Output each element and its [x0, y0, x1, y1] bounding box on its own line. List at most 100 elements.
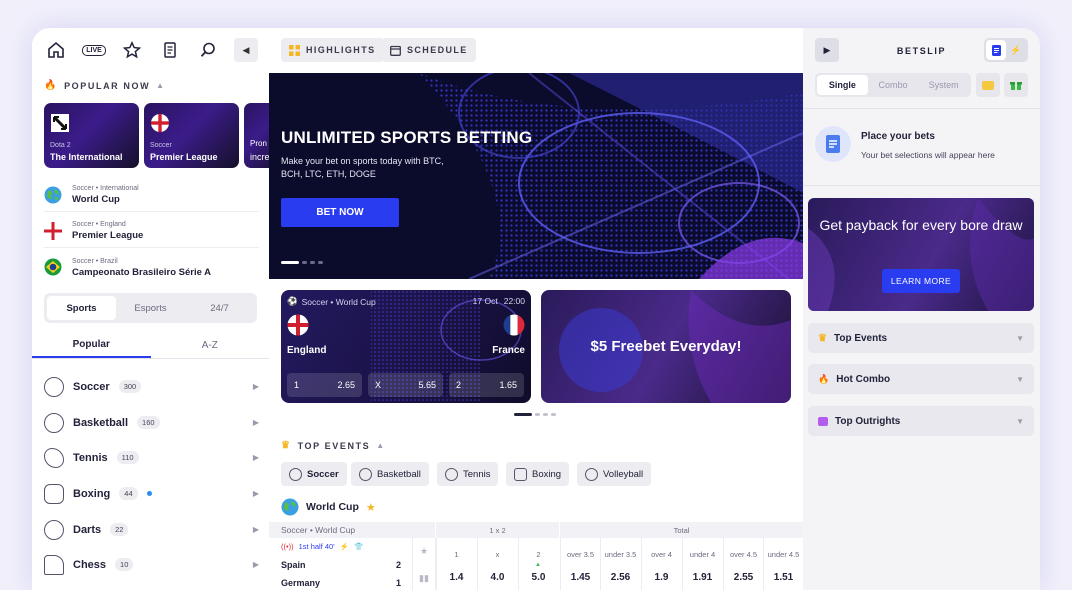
hero-title: UNLIMITED SPORTS BETTING [281, 128, 533, 147]
sport-item-boxing[interactable]: Boxing 44 ▶ [44, 476, 259, 511]
tab-esports[interactable]: Esports [116, 296, 185, 320]
league-row-premier-league[interactable]: Soccer • England Premier League [44, 214, 259, 248]
odds-value[interactable]: 1.51 [763, 572, 803, 583]
league-row-brasileiro[interactable]: Soccer • Brazil Campeonato Brasileiro Sér… [44, 250, 259, 284]
promo-title: $5 Freebet Everyday! [590, 338, 742, 355]
world-cup-title: World Cup [306, 501, 359, 513]
chip-volleyball[interactable]: Volleyball [577, 462, 652, 486]
learn-more-button[interactable]: LEARN MORE [882, 269, 960, 293]
bet-now-button[interactable]: BET NOW [281, 198, 399, 227]
freebet-promo-card[interactable]: $5 Freebet Everyday! [541, 290, 791, 403]
sport-item-chess[interactable]: Chess 10 ▶ [44, 547, 259, 582]
pager-dot[interactable] [551, 413, 556, 416]
gift-button[interactable] [1004, 73, 1028, 97]
accordion-label: Top Events [833, 332, 888, 344]
star-icon[interactable]: ★ [420, 546, 428, 557]
sport-item-basketball[interactable]: Basketball 160 ▶ [44, 405, 259, 440]
league-row-world-cup[interactable]: Soccer • International World Cup [44, 178, 259, 212]
accordion-label: Hot Combo [836, 373, 891, 385]
soccer-ball-icon: ⚽ [287, 296, 298, 306]
group-1x2-header: 1 x 2 [436, 522, 559, 538]
chevron-right-icon: ▶ [252, 525, 259, 534]
chevron-up-icon[interactable]: ▲ [376, 441, 386, 450]
hero-pager [281, 261, 323, 264]
tab-popular[interactable]: Popular [32, 333, 151, 358]
chip-soccer[interactable]: Soccer [281, 462, 347, 486]
odds-value[interactable]: 1.45 [560, 572, 601, 583]
search-icon[interactable] [196, 38, 220, 62]
column-divider [518, 538, 519, 590]
odd-button-draw[interactable]: X 5.65 [368, 373, 443, 397]
odds-value[interactable]: 1.4 [436, 572, 477, 583]
tab-highlights[interactable]: HIGHLIGHTS [281, 38, 384, 62]
odds-value[interactable]: 2.56 [600, 572, 641, 583]
chip-boxing[interactable]: Boxing [506, 462, 570, 486]
hero-subtitle: Make your bet on sports today with BTC, … [281, 156, 444, 179]
pager-dot[interactable] [310, 261, 315, 264]
pager-dot[interactable] [302, 261, 307, 264]
tab-a-z[interactable]: A-Z [151, 333, 270, 358]
sport-count: 44 [119, 487, 138, 500]
tennis-racket-icon [445, 467, 458, 481]
tab-single[interactable]: Single [817, 75, 868, 95]
accordion-top-events[interactable]: ♛ Top Events ▼ [808, 323, 1034, 353]
sport-item-darts[interactable]: Darts 22 ▶ [44, 512, 259, 547]
pager-dot[interactable] [543, 413, 548, 416]
star-icon[interactable] [120, 38, 144, 62]
chip-tennis[interactable]: Tennis [437, 462, 499, 486]
sport-item-tennis[interactable]: Tennis 110 ▶ [44, 440, 259, 475]
popular-card-the-international[interactable]: Dota 2 The International [44, 103, 139, 168]
tickets-button[interactable] [976, 73, 1000, 97]
collapse-sidebar-button[interactable]: ◀ [234, 38, 258, 62]
accordion-top-outrights[interactable]: Top Outrights ▼ [808, 406, 1034, 436]
brazil-flag-icon [44, 258, 62, 276]
payback-promo-card[interactable]: Get payback for every bore draw LEARN MO… [808, 198, 1034, 311]
live-icon[interactable]: LIVE [82, 38, 106, 62]
featured-match-card[interactable]: ⚽ Soccer • World Cup 17 Oct 22:00 England … [281, 290, 531, 403]
pager-dot[interactable] [535, 413, 540, 416]
chip-basketball[interactable]: Basketball [351, 462, 429, 486]
odd-button-away[interactable]: 2 1.65 [449, 373, 524, 397]
basketball-icon [359, 467, 372, 481]
betslip-icon[interactable] [158, 38, 182, 62]
odds-value[interactable]: 4.0 [477, 572, 518, 583]
chevron-down-icon: ▼ [1016, 333, 1024, 343]
lightning-icon[interactable]: ⚡ [1006, 40, 1026, 60]
sport-count: 22 [110, 523, 129, 536]
chip-label: Volleyball [603, 468, 644, 480]
odds-value[interactable]: 5.0 [518, 572, 559, 583]
dota-logo-icon [51, 114, 69, 132]
empty-slip-subtitle: Your bet selections will appear here [861, 150, 995, 160]
tab-schedule[interactable]: SCHEDULE [382, 38, 476, 62]
accordion-hot-combo[interactable]: 🔥 Hot Combo ▼ [808, 364, 1034, 394]
pager-dot[interactable] [514, 413, 532, 416]
card-pager [514, 413, 556, 416]
tab-sports[interactable]: Sports [47, 296, 116, 320]
live-signal-icon: ((•)) [281, 542, 294, 551]
receipt-icon[interactable] [986, 40, 1006, 60]
pager-dot[interactable] [318, 261, 323, 264]
odd-value: 5.65 [418, 380, 436, 390]
league-name: Campeonato Brasileiro Série A [72, 266, 212, 278]
popular-card-partial[interactable]: Pron incre [244, 103, 269, 168]
odds-value[interactable]: 1.91 [682, 572, 723, 583]
column-divider [436, 538, 437, 590]
tab-system[interactable]: System [918, 75, 969, 95]
odds-value[interactable]: 1.9 [641, 572, 682, 583]
pager-dot[interactable] [281, 261, 299, 264]
tab-24-7[interactable]: 24/7 [185, 296, 254, 320]
jersey-icon: 👕 [354, 542, 364, 551]
popular-card-premier-league[interactable]: Soccer Premier League [144, 103, 239, 168]
tab-combo[interactable]: Combo [868, 75, 919, 95]
odds-value[interactable]: 2.55 [723, 572, 764, 583]
sport-item-soccer[interactable]: Soccer 300 ▶ [44, 369, 259, 404]
odd-button-home[interactable]: 1 2.65 [287, 373, 362, 397]
team2-name: Germany [281, 578, 321, 588]
chevron-right-icon: ▶ [252, 453, 259, 462]
column-divider [600, 538, 601, 590]
odd-value: 2.65 [337, 380, 355, 390]
stats-icon[interactable]: ▮▮ [419, 573, 429, 584]
chevron-up-icon[interactable]: ▲ [156, 81, 166, 90]
star-filled-icon[interactable]: ★ [366, 501, 376, 514]
home-icon[interactable] [44, 38, 68, 62]
